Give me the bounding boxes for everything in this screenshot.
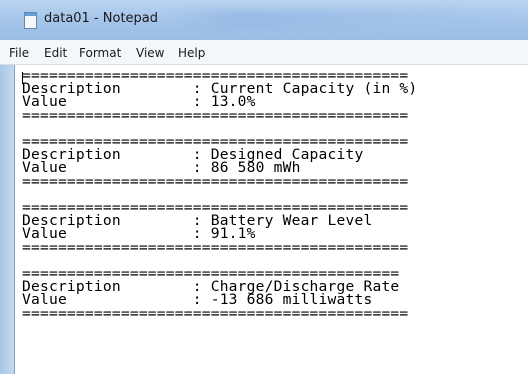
notepad-window: data01 - Notepad File Edit Format View H… <box>0 0 528 374</box>
blurred-title-region <box>170 10 510 30</box>
document-text[interactable]: ========================================… <box>22 68 417 320</box>
menu-view[interactable]: View <box>136 46 164 60</box>
menu-file[interactable]: File <box>9 46 29 60</box>
menu-help[interactable]: Help <box>178 46 205 60</box>
window-title: data01 - Notepad <box>44 11 159 26</box>
text-caret <box>22 72 23 84</box>
title-bar[interactable]: data01 - Notepad <box>0 0 528 40</box>
menu-edit[interactable]: Edit <box>44 46 67 60</box>
menu-bar: File Edit Format View Help <box>0 40 528 65</box>
notepad-icon[interactable] <box>24 12 37 29</box>
window-frame-left <box>0 65 14 374</box>
menu-format[interactable]: Format <box>79 46 121 60</box>
